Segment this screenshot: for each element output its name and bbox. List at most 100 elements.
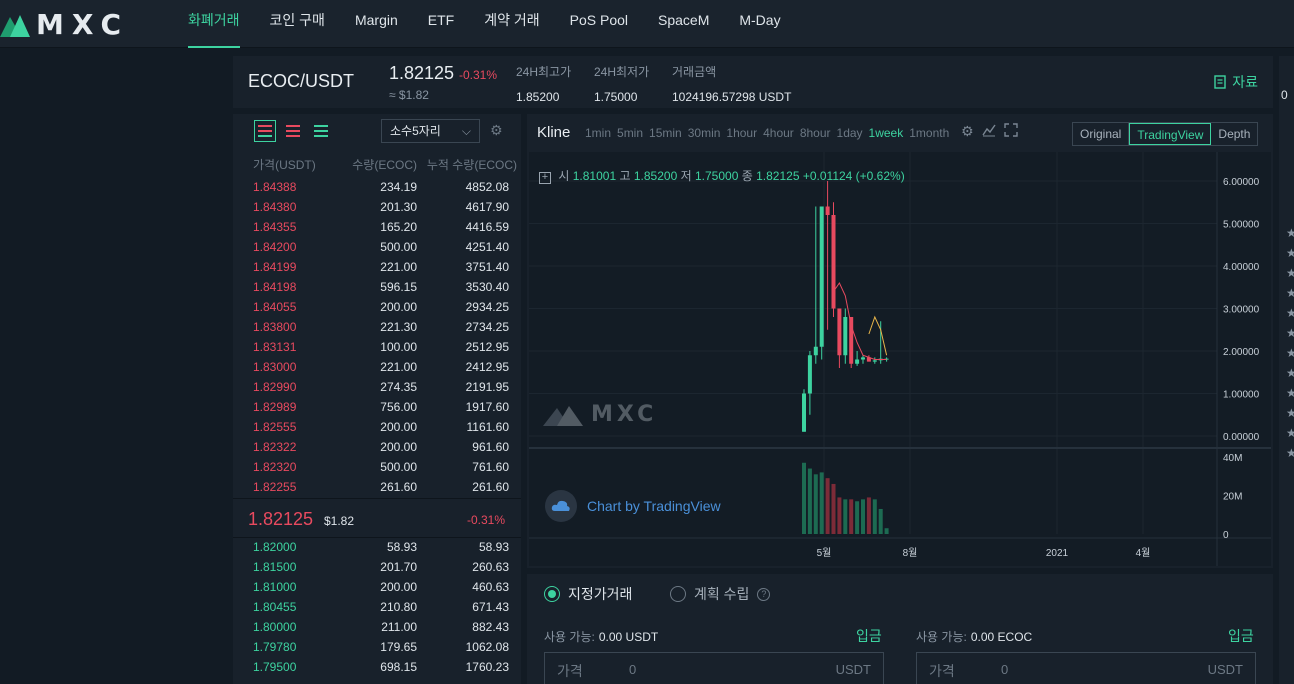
ask-row[interactable]: 1.84055 200.00 2934.25 xyxy=(233,297,521,317)
star-icon[interactable]: ★ xyxy=(1286,346,1294,360)
ask-row[interactable]: 1.82255 261.60 261.60 xyxy=(233,477,521,497)
tradingview-credit[interactable]: Chart by TradingView xyxy=(545,490,721,522)
ask-cum: 2412.95 xyxy=(465,360,509,374)
ask-row[interactable]: 1.84198 596.15 3530.40 xyxy=(233,277,521,297)
ask-cum: 2191.95 xyxy=(465,380,509,394)
plus-icon[interactable]: + xyxy=(539,172,551,184)
nav-item[interactable]: ETF xyxy=(428,0,454,48)
nav-item[interactable]: 화폐거래 xyxy=(188,0,240,48)
logo-text: MXC xyxy=(36,7,130,41)
star-icon[interactable]: ★ xyxy=(1286,406,1294,420)
pair-name[interactable]: ECOC/USDT xyxy=(248,71,354,92)
ma-line xyxy=(833,281,887,360)
ask-row[interactable]: 1.84388 234.19 4852.08 xyxy=(233,177,521,197)
candle-body xyxy=(825,206,830,215)
bid-price: 1.81500 xyxy=(253,560,297,574)
star-icon[interactable]: ★ xyxy=(1286,246,1294,260)
ask-qty: 596.15 xyxy=(380,280,417,294)
bid-row[interactable]: 1.80000 211.00 882.43 xyxy=(233,617,521,637)
logo[interactable]: MXC xyxy=(0,7,129,41)
interval-1day[interactable]: 1day xyxy=(837,126,863,140)
buy-available-label: 사용 가능: xyxy=(544,630,595,644)
indicator-icon[interactable] xyxy=(981,123,996,137)
ask-row[interactable]: 1.83800 221.30 2734.25 xyxy=(233,317,521,337)
ask-row[interactable]: 1.84355 165.20 4416.59 xyxy=(233,217,521,237)
nav-item[interactable]: Margin xyxy=(355,0,398,48)
ask-row[interactable]: 1.84199 221.00 3751.40 xyxy=(233,257,521,277)
bid-row[interactable]: 1.79500 698.15 1760.23 xyxy=(233,657,521,677)
ask-row[interactable]: 1.82322 200.00 961.60 xyxy=(233,437,521,457)
stat-high-value: 1.85200 xyxy=(516,90,560,104)
interval-15min[interactable]: 15min xyxy=(649,126,682,140)
info-link[interactable]: 자료 xyxy=(1214,72,1258,92)
ask-row[interactable]: 1.84200 500.00 4251.40 xyxy=(233,237,521,257)
bid-row[interactable]: 1.79780 179.65 1062.08 xyxy=(233,637,521,657)
nav-item[interactable]: SpaceM xyxy=(658,0,709,48)
view-both-button[interactable] xyxy=(254,120,276,142)
ask-cum: 4251.40 xyxy=(465,240,509,254)
ask-row[interactable]: 1.84380 201.30 4617.90 xyxy=(233,197,521,217)
sell-deposit-link[interactable]: 입금 xyxy=(1228,626,1254,646)
mode-limit-radio[interactable]: 지정가거래 xyxy=(544,584,632,604)
bid-row[interactable]: 1.82000 58.93 58.93 xyxy=(233,537,521,557)
ohlc-high-label: 고 xyxy=(619,169,631,183)
interval-1min[interactable]: 1min xyxy=(585,126,611,140)
star-icon[interactable]: ★ xyxy=(1286,226,1294,240)
interval-5min[interactable]: 5min xyxy=(617,126,643,140)
ask-row[interactable]: 1.82320 500.00 761.60 xyxy=(233,457,521,477)
tradingview-badge xyxy=(545,490,577,522)
star-icon[interactable]: ★ xyxy=(1286,266,1294,280)
bid-cum: 58.93 xyxy=(478,540,509,554)
bid-row[interactable]: 1.81000 200.00 460.63 xyxy=(233,577,521,597)
buy-deposit-link[interactable]: 입금 xyxy=(856,626,882,646)
chart-area[interactable]: 6.00000 5.00000 4.00000 3.00000 2.00000 1.000… xyxy=(529,152,1271,566)
view-tab-depth[interactable]: Depth xyxy=(1211,123,1257,145)
nav-menu: 화폐거래 코인 구매 Margin ETF 계약 거래 PoS Pool SpaceM M-D… xyxy=(188,0,811,48)
ask-row[interactable]: 1.82989 756.00 1917.60 xyxy=(233,397,521,417)
interval-1hour[interactable]: 1hour xyxy=(726,126,757,140)
ask-row[interactable]: 1.82555 200.00 1161.60 xyxy=(233,417,521,437)
interval-1week[interactable]: 1week xyxy=(869,126,904,140)
top-nav: MXC 화폐거래 코인 구매 Margin ETF 계약 거래 PoS Pool Space… xyxy=(0,0,1294,48)
ask-qty: 500.00 xyxy=(380,240,417,254)
star-icon[interactable]: ★ xyxy=(1286,326,1294,340)
star-icon[interactable]: ★ xyxy=(1286,386,1294,400)
star-icon[interactable]: ★ xyxy=(1286,286,1294,300)
help-icon[interactable]: ? xyxy=(757,587,771,601)
candle-body xyxy=(802,393,806,432)
bid-row[interactable]: 1.80455 210.80 671.43 xyxy=(233,597,521,617)
star-icon[interactable]: ★ xyxy=(1286,306,1294,320)
ask-row[interactable]: 1.82990 274.35 2191.95 xyxy=(233,377,521,397)
ask-qty: 201.30 xyxy=(380,200,417,214)
interval-8hour[interactable]: 8hour xyxy=(800,126,831,140)
interval-30min[interactable]: 30min xyxy=(688,126,721,140)
precision-select[interactable]: 소수5자리 ⌵ xyxy=(381,119,480,143)
volume-bar xyxy=(825,478,830,534)
ask-row[interactable]: 1.83000 221.00 2412.95 xyxy=(233,357,521,377)
mode-plan-radio[interactable]: 계획 수립 ? xyxy=(670,584,771,604)
interval-4hour[interactable]: 4hour xyxy=(763,126,794,140)
bid-cum: 1062.08 xyxy=(465,640,509,654)
gear-icon[interactable]: ⚙ xyxy=(961,123,974,140)
view-bids-button[interactable] xyxy=(310,120,332,142)
ask-qty: 261.60 xyxy=(380,480,417,494)
view-asks-button[interactable] xyxy=(282,120,304,142)
fullscreen-icon[interactable] xyxy=(1003,123,1018,137)
ask-row[interactable]: 1.83131 100.00 2512.95 xyxy=(233,337,521,357)
interval-1month[interactable]: 1month xyxy=(909,126,949,140)
gear-icon[interactable]: ⚙ xyxy=(490,122,503,139)
sell-price-field[interactable]: 가격 0 USDT xyxy=(916,652,1256,684)
nav-item[interactable]: PoS Pool xyxy=(570,0,628,48)
star-icon[interactable]: ★ xyxy=(1286,446,1294,460)
nav-item[interactable]: M-Day xyxy=(739,0,780,48)
view-tab-original[interactable]: Original xyxy=(1073,123,1130,145)
star-icon[interactable]: ★ xyxy=(1286,426,1294,440)
nav-item[interactable]: 계약 거래 xyxy=(484,0,539,48)
time-axis-label: 4월 xyxy=(1136,547,1151,559)
buy-price-field[interactable]: 가격 0 USDT xyxy=(544,652,884,684)
bid-row[interactable]: 1.81500 201.70 260.63 xyxy=(233,557,521,577)
view-tab-tradingview[interactable]: TradingView xyxy=(1129,123,1212,145)
mxc-logo-icon xyxy=(0,15,30,37)
star-icon[interactable]: ★ xyxy=(1286,366,1294,380)
nav-item[interactable]: 코인 구매 xyxy=(270,0,325,48)
